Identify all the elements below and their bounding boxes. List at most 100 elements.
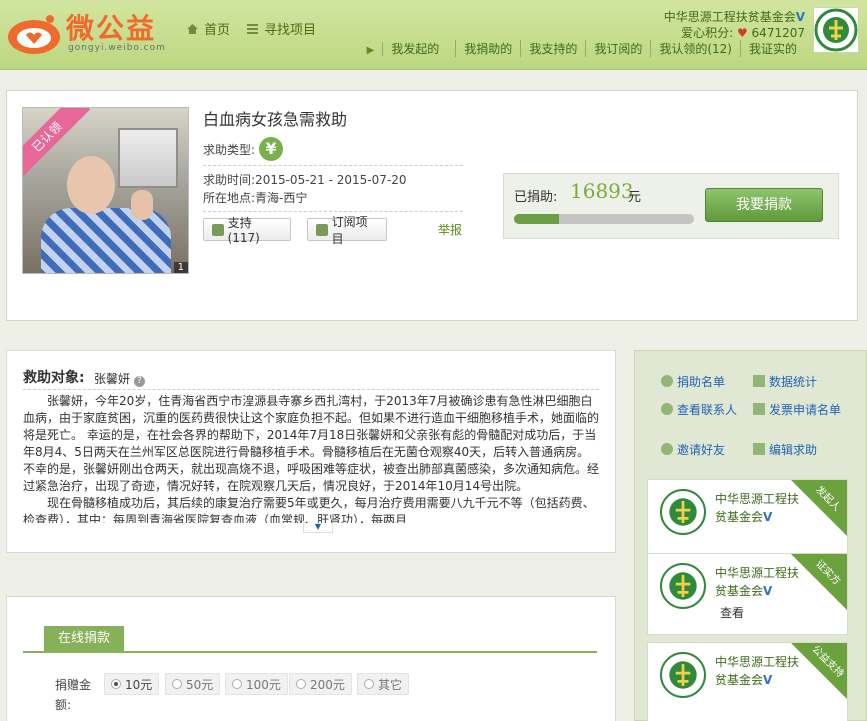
type-label: 求助类型: bbox=[203, 142, 256, 157]
link-label: 捐助名单 bbox=[677, 375, 726, 389]
chart-icon bbox=[753, 375, 765, 387]
tab-underline bbox=[23, 651, 597, 653]
card-org-name-text: 中华思源工程扶贫基金会 bbox=[715, 492, 800, 524]
nav-home[interactable]: 首页 bbox=[186, 19, 230, 38]
donated-label: 已捐助: bbox=[514, 190, 558, 205]
link-view-contacts[interactable]: 查看联系人 bbox=[661, 401, 737, 418]
description-paragraph: 张馨妍，今年20岁，住青海省西宁市湟源县寺寨乡西扎湾村，于2013年7月被确诊患… bbox=[23, 394, 600, 493]
amount-option-label: 200元 bbox=[310, 677, 345, 692]
user-avatar[interactable] bbox=[813, 7, 859, 53]
verified-icon: V bbox=[763, 510, 773, 524]
radio-icon bbox=[111, 679, 121, 689]
heart-icon: ♥ bbox=[736, 26, 748, 40]
radio-icon bbox=[232, 679, 242, 689]
amount-option-10[interactable]: 10元 bbox=[104, 673, 160, 695]
verified-icon: V bbox=[763, 584, 773, 598]
project-title: 白血病女孩急需救助 bbox=[203, 110, 348, 129]
link-invoice-list[interactable]: 发票申请名单 bbox=[753, 401, 843, 418]
donated-amount: 16893 bbox=[570, 179, 634, 203]
photo-person-head bbox=[67, 156, 115, 214]
nav-home-label: 首页 bbox=[204, 23, 231, 38]
logo-text: 微公益 bbox=[66, 12, 157, 45]
link-label: 数据统计 bbox=[769, 375, 818, 389]
amount-option-50[interactable]: 50元 bbox=[165, 673, 221, 695]
verified-icon: V bbox=[795, 10, 805, 24]
expand-chevron-icon[interactable]: ▼ bbox=[303, 523, 333, 533]
donate-button[interactable]: 我要捐款 bbox=[705, 188, 823, 222]
time-value: :2015-05-21 - 2015-07-20 bbox=[251, 173, 407, 187]
subnav-donated[interactable]: 我捐助的 bbox=[455, 40, 520, 57]
tab-online-donation[interactable]: 在线捐款 bbox=[44, 626, 124, 652]
edit-icon bbox=[753, 443, 765, 455]
list-icon bbox=[247, 24, 259, 34]
header-org-name[interactable]: 中华思源工程扶贫基金会V bbox=[664, 8, 805, 25]
love-points: 爱心积分: ♥ 6471207 bbox=[681, 24, 805, 41]
top-header: 微公益 gongyi.weibo.com 首页 寻找项目 中华思源工程扶贫基金会… bbox=[0, 0, 867, 70]
contact-icon bbox=[661, 403, 673, 415]
home-icon bbox=[187, 24, 198, 34]
subscribe-label: 订阅项目 bbox=[331, 214, 368, 246]
initiator-card[interactable]: 中华思源工程扶贫基金会V 发起人 bbox=[647, 479, 848, 561]
amount-option-label: 其它 bbox=[378, 677, 403, 692]
time-label: 求助时间 bbox=[203, 173, 252, 187]
amount-option-label: 50元 bbox=[186, 677, 214, 692]
link-edit-request[interactable]: 编辑求助 bbox=[753, 441, 817, 458]
org-logo-icon bbox=[660, 652, 706, 698]
subscribe-button[interactable]: 订阅项目 bbox=[307, 215, 387, 246]
view-link[interactable]: 查看 bbox=[720, 604, 744, 621]
description-heading: 救助对象: bbox=[23, 370, 85, 386]
header-org-name-text: 中华思源工程扶贫基金会 bbox=[663, 10, 796, 24]
link-label: 发票申请名单 bbox=[769, 403, 842, 417]
weibo-gongyi-logo[interactable]: 微公益 gongyi.weibo.com bbox=[6, 5, 176, 60]
photo-person-hand bbox=[131, 190, 153, 220]
subnav-initiated[interactable]: ▶ 我发起的 bbox=[351, 40, 456, 57]
subnav-verified[interactable]: 我证实的 bbox=[739, 40, 805, 57]
subnav-claimed[interactable]: 我认领的(12) bbox=[650, 40, 740, 57]
amount-option-other[interactable]: 其它 bbox=[357, 673, 410, 695]
card-org-name-text: 中华思源工程扶贫基金会 bbox=[715, 655, 800, 687]
support-button[interactable]: 支持(117) bbox=[203, 216, 291, 245]
photo-person-body bbox=[41, 208, 171, 273]
project-place: 所在地点:青海-西宁 bbox=[203, 189, 307, 206]
donation-progress-fill bbox=[514, 214, 559, 224]
report-link[interactable]: 举报 bbox=[438, 221, 462, 238]
play-icon: ▶ bbox=[366, 45, 375, 56]
divider bbox=[203, 165, 463, 166]
nav-find-projects-label: 寻找项目 bbox=[264, 23, 317, 38]
online-donation-panel: 在线捐款 捐赠金额: 10元 50元 100元 200元 其它 bbox=[6, 596, 616, 721]
person-icon bbox=[661, 375, 673, 387]
link-invite-friends[interactable]: 邀请好友 bbox=[661, 441, 725, 458]
project-panel: 已认领 1 白血病女孩急需救助 求助类型: ¥ 求助时间:2015-05-21 … bbox=[6, 90, 858, 321]
link-label: 邀请好友 bbox=[677, 443, 726, 457]
subnav-supported[interactable]: 我支持的 bbox=[520, 40, 585, 57]
photo-window bbox=[118, 128, 178, 188]
nav-find-projects[interactable]: 寻找项目 bbox=[246, 19, 316, 38]
donation-progress-bar bbox=[514, 214, 694, 224]
link-donor-list[interactable]: 捐助名单 bbox=[661, 373, 725, 390]
subnav-initiated-label: 我发起的 bbox=[382, 42, 448, 56]
org-logo-icon bbox=[660, 563, 706, 609]
description-panel: 救助对象: 张馨妍 ? 张馨妍，今年20岁，住青海省西宁市湟源县寺寨乡西扎湾村，… bbox=[6, 350, 616, 553]
donation-summary: 已捐助: 16893 元 我要捐款 bbox=[503, 173, 839, 239]
user-subnav: ▶ 我发起的 我捐助的 我支持的 我订阅的 我认领的(12) 我证实的 bbox=[351, 40, 805, 57]
logo-url-text: gongyi.weibo.com bbox=[68, 43, 166, 53]
help-icon[interactable]: ? bbox=[133, 376, 145, 387]
project-time: 求助时间:2015-05-21 - 2015-07-20 bbox=[203, 171, 407, 188]
beneficiary-name-text: 张馨妍 bbox=[94, 372, 131, 386]
public-support-card[interactable]: 中华思源工程扶贫基金会V 公益支持 bbox=[647, 642, 848, 721]
link-statistics[interactable]: 数据统计 bbox=[753, 373, 817, 390]
invite-icon bbox=[661, 443, 673, 455]
donated-unit: 元 bbox=[628, 190, 642, 205]
document-icon bbox=[753, 403, 765, 415]
amount-option-100[interactable]: 100元 bbox=[225, 673, 288, 695]
description-body: 张馨妍，今年20岁，住青海省西宁市湟源县寺寨乡西扎湾村，于2013年7月被确诊患… bbox=[23, 393, 601, 523]
radio-icon bbox=[364, 679, 374, 689]
radio-icon bbox=[172, 679, 182, 689]
subnav-subscribed[interactable]: 我订阅的 bbox=[585, 40, 650, 57]
verifier-card[interactable]: 中华思源工程扶贫基金会V 查看 证实方 bbox=[647, 553, 848, 635]
logo-mark-icon bbox=[8, 15, 60, 54]
amount-option-200[interactable]: 200元 bbox=[289, 673, 352, 695]
project-photo[interactable]: 已认领 1 bbox=[22, 107, 189, 274]
card-org-name-text: 中华思源工程扶贫基金会 bbox=[715, 566, 800, 598]
top-nav: 首页 寻找项目 bbox=[186, 19, 316, 38]
